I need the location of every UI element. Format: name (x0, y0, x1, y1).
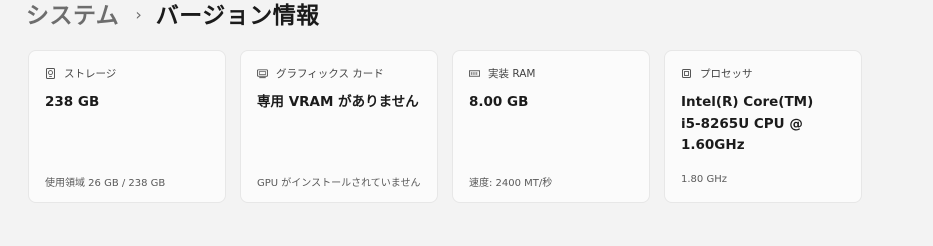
graphics-card-icon (257, 68, 268, 79)
graphics-card-value: 専用 VRAM がありません (257, 94, 419, 110)
processor-card: プロセッサ Intel(R) Core(TM) i5-8265U CPU @ 1… (664, 50, 862, 203)
memory-card-value: 8.00 GB (469, 94, 529, 110)
processor-card-header: プロセッサ (681, 66, 753, 81)
graphics-card-header: グラフィックス カード (257, 66, 384, 81)
storage-card-usage: 使用領域 26 GB / 238 GB (45, 178, 166, 189)
memory-card-title: 実装 RAM (488, 68, 536, 80)
storage-card-header: ストレージ (45, 66, 116, 81)
memory-icon (469, 68, 480, 79)
graphics-card-status: GPU がインストールされていません (257, 178, 421, 189)
memory-card: 実装 RAM 8.00 GB 速度: 2400 MT/秒 (452, 50, 650, 203)
storage-card: ストレージ 238 GB 使用領域 26 GB / 238 GB (28, 50, 226, 203)
breadcrumb-separator-icon: › (135, 4, 142, 24)
processor-icon (681, 68, 692, 79)
graphics-card-title: グラフィックス カード (276, 68, 384, 80)
processor-card-value: Intel(R) Core(TM) i5-8265U CPU @ 1.60GHz (681, 94, 814, 153)
storage-card-title: ストレージ (64, 68, 117, 80)
breadcrumb: システム › バージョン情報 (26, 0, 320, 30)
processor-card-title: プロセッサ (700, 68, 753, 80)
memory-card-speed: 速度: 2400 MT/秒 (469, 178, 553, 189)
storage-icon (45, 68, 56, 79)
graphics-card-card: グラフィックス カード 専用 VRAM がありません GPU がインストールされ… (240, 50, 438, 203)
storage-card-value: 238 GB (45, 94, 100, 110)
memory-card-header: 実装 RAM (469, 66, 535, 81)
breadcrumb-system-link[interactable]: システム (26, 0, 119, 30)
processor-card-clock: 1.80 GHz (681, 174, 727, 185)
page-title: バージョン情報 (155, 3, 320, 29)
spec-cards: ストレージ 238 GB 使用領域 26 GB / 238 GB グラフィックス… (28, 50, 862, 203)
